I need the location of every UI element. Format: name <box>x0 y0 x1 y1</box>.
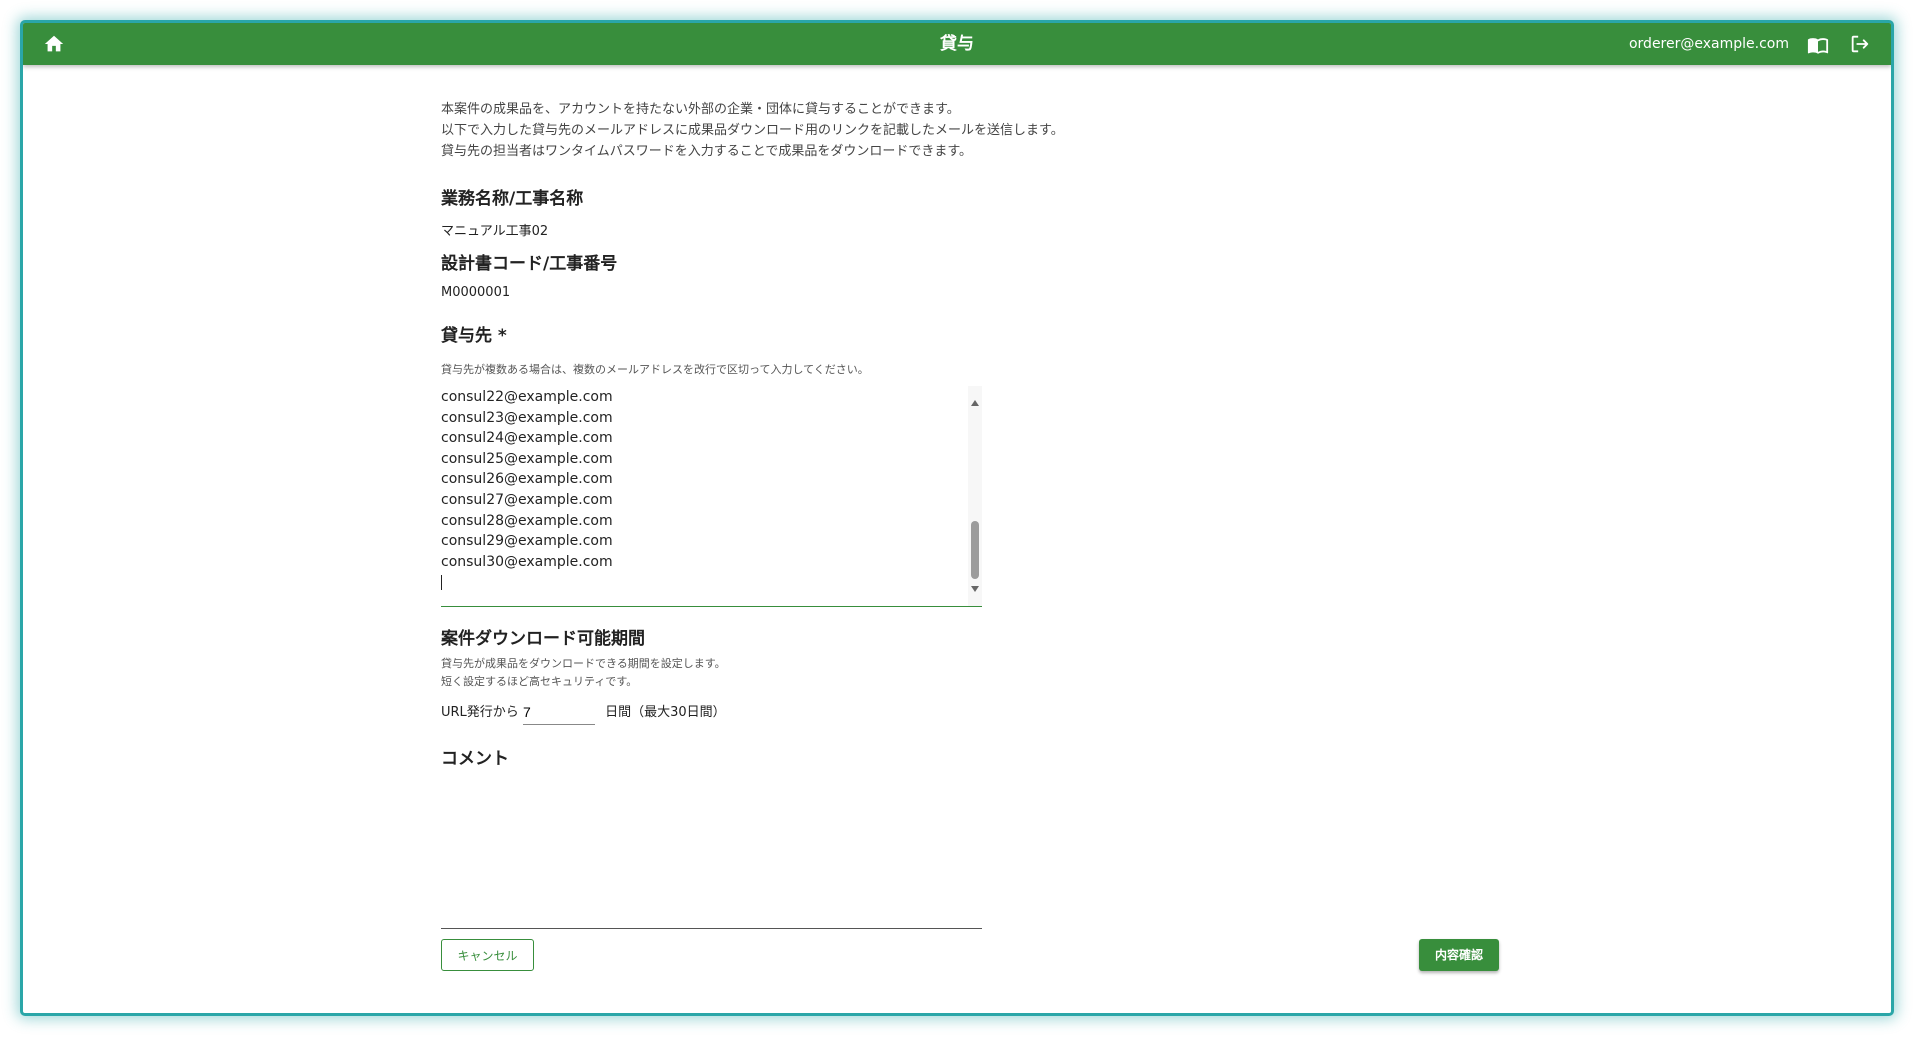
period-days-input[interactable] <box>522 700 595 725</box>
scroll-up-arrow-icon[interactable] <box>971 400 979 406</box>
download-period-helper: 貸与先が成果品をダウンロードできる期間を設定します。 短く設定するほど高セキュリ… <box>441 655 726 691</box>
recipient-line: consul24@example.com <box>441 430 613 447</box>
recipients-lines: consul22@example.com consul23@example.co… <box>441 386 613 597</box>
recipient-line: consul25@example.com <box>441 450 613 467</box>
logout-icon <box>1851 35 1869 53</box>
download-period-heading: 案件ダウンロード可能期間 <box>441 629 645 649</box>
recipient-line: consul23@example.com <box>441 409 613 426</box>
recipients-helper: 貸与先が複数ある場合は、複数のメールアドレスを改行で区切って入力してください。 <box>441 363 869 376</box>
helper-line: 短く設定するほど高セキュリティです。 <box>441 675 638 688</box>
recipient-line: consul27@example.com <box>441 491 613 508</box>
cancel-button[interactable]: キャンセル <box>441 939 534 971</box>
text-caret <box>441 575 442 591</box>
project-code-heading: 設計書コード/工事番号 <box>441 254 618 274</box>
scroll-down-arrow-icon[interactable] <box>971 586 979 592</box>
confirm-button[interactable]: 内容確認 <box>1419 939 1499 971</box>
comment-heading: コメント <box>441 749 509 769</box>
recipient-line: consul29@example.com <box>441 533 613 550</box>
scrollbar-thumb[interactable] <box>971 521 979 579</box>
manual-button[interactable] <box>1807 34 1829 56</box>
download-period-row: URL発行から 日間（最大30日間） <box>441 700 726 725</box>
book-icon <box>1807 38 1829 54</box>
recipients-heading: 貸与先 * <box>441 326 507 346</box>
app-bar: 貸与 orderer@example.com <box>23 23 1891 65</box>
recipients-textarea[interactable]: consul22@example.com consul23@example.co… <box>441 386 982 607</box>
period-suffix: 日間（最大30日間） <box>605 705 726 720</box>
helper-line: 貸与先が成果品をダウンロードできる期間を設定します。 <box>441 657 726 670</box>
intro-line: 以下で入力した貸与先のメールアドレスに成果品ダウンロード用のリンクを記載したメー… <box>441 123 1064 138</box>
intro-line: 貸与先の担当者はワンタイムパスワードを入力することで成果品をダウンロードできます… <box>441 144 973 159</box>
comment-textarea[interactable] <box>441 858 982 929</box>
recipient-line: consul28@example.com <box>441 512 613 529</box>
recipients-scrollbar[interactable] <box>968 386 982 606</box>
project-name-heading: 業務名称/工事名称 <box>441 189 584 209</box>
project-code-value: M0000001 <box>441 285 511 300</box>
app-window: 貸与 orderer@example.com 本案件の成果品を、アカウントを持た… <box>20 20 1894 1016</box>
logout-button[interactable] <box>1849 33 1871 55</box>
project-name-value: マニュアル工事02 <box>441 224 549 239</box>
recipient-line: consul30@example.com <box>441 553 613 570</box>
period-prefix: URL発行から <box>441 705 519 720</box>
intro-line: 本案件の成果品を、アカウントを持たない外部の企業・団体に貸与することができます。 <box>441 102 960 117</box>
intro-text: 本案件の成果品を、アカウントを持たない外部の企業・団体に貸与することができます。… <box>441 99 1064 162</box>
recipient-line: consul26@example.com <box>441 471 613 488</box>
recipient-line: consul22@example.com <box>441 389 613 405</box>
user-email: orderer@example.com <box>1628 36 1789 52</box>
page-title: 貸与 <box>940 34 974 54</box>
